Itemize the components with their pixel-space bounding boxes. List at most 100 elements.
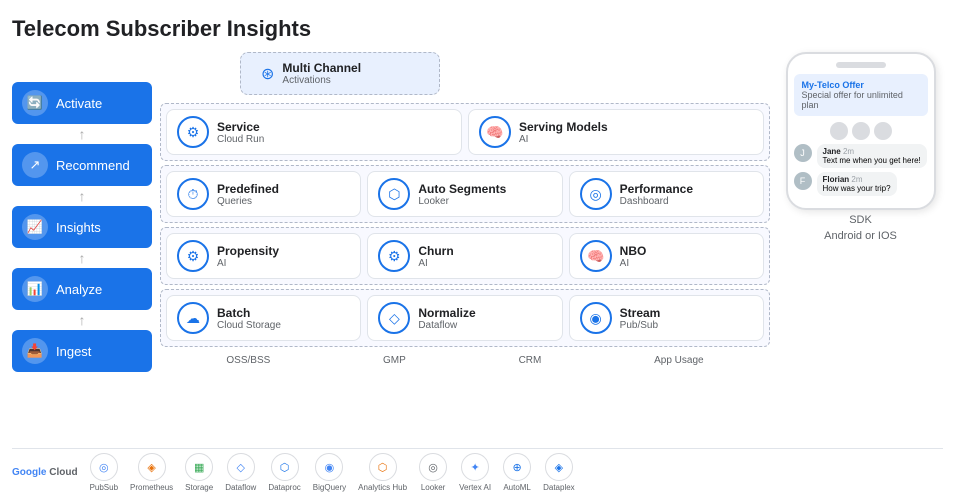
dataflow-icon: ◇ xyxy=(227,453,255,481)
batch-card[interactable]: ☁ Batch Cloud Storage xyxy=(166,295,361,341)
auto-segments-icon: ⬡ xyxy=(378,178,410,210)
phone-notch xyxy=(836,62,886,68)
top-row: ⊛ Multi Channel Activations xyxy=(160,52,770,95)
dataplex-icon: ◈ xyxy=(545,453,573,481)
dataproc-label: Dataproc xyxy=(268,483,300,492)
sidebar-item-activate[interactable]: 🔄 Activate xyxy=(12,82,152,124)
batch-icon: ☁ xyxy=(177,302,209,334)
multichannel-icon: ⊛ xyxy=(261,64,274,84)
sidebar-item-analyze[interactable]: 📊 Analyze xyxy=(12,268,152,310)
florian-time: 2m xyxy=(851,175,862,184)
logo-dataflow: ◇ Dataflow xyxy=(225,453,256,492)
ingest-label: Ingest xyxy=(56,344,91,359)
dataproc-icon: ⬡ xyxy=(271,453,299,481)
nbo-sub: AI xyxy=(620,258,647,269)
sidebar: 🔄 Activate ↑ ↗ Recommend ↑ 📈 Insights ↑ … xyxy=(12,52,152,442)
main-container: Telecom Subscriber Insights 🔄 Activate ↑… xyxy=(0,0,955,500)
performance-title: Performance xyxy=(620,182,693,196)
google-cloud-logo: Google Cloud xyxy=(12,467,78,478)
analyze-icon: 📊 xyxy=(22,276,48,302)
dataflow-label: Dataflow xyxy=(225,483,256,492)
dot-2 xyxy=(852,122,870,140)
propensity-text: Propensity AI xyxy=(217,244,279,269)
pubsub-icon: ◎ xyxy=(90,453,118,481)
stream-icon: ◉ xyxy=(580,302,612,334)
logo-prometheus: ◈ Prometheus xyxy=(130,453,173,492)
stream-card[interactable]: ◉ Stream Pub/Sub xyxy=(569,295,764,341)
jane-name: Jane xyxy=(823,147,841,156)
os-label: Android or IOS xyxy=(824,230,897,242)
logo-bigquery: ◉ BigQuery xyxy=(313,453,346,492)
serving-sub: AI xyxy=(519,134,608,145)
auto-segments-title: Auto Segments xyxy=(418,182,506,196)
service-title: Service xyxy=(217,120,264,134)
recommend-icon: ↗ xyxy=(22,152,48,178)
service-cloud-run-card[interactable]: ⚙ Service Cloud Run xyxy=(166,109,462,155)
predefined-text: Predefined Queries xyxy=(217,182,279,207)
nbo-card[interactable]: 🧠 NBO AI xyxy=(569,233,764,279)
prometheus-label: Prometheus xyxy=(130,483,173,492)
vertex-ai-icon: ✦ xyxy=(461,453,489,481)
sidebar-item-ingest[interactable]: 📥 Ingest xyxy=(12,330,152,372)
logo-automl: ⊕ AutoML xyxy=(503,453,531,492)
analytics-hub-icon: ⬡ xyxy=(369,453,397,481)
bottom-labels: OSS/BSS GMP CRM App Usage xyxy=(160,351,770,368)
normalize-card[interactable]: ◇ Normalize Dataflow xyxy=(367,295,562,341)
sdk-label: SDK xyxy=(849,214,872,226)
churn-text: Churn AI xyxy=(418,244,453,269)
propensity-sub: AI xyxy=(217,258,279,269)
bigquery-icon: ◉ xyxy=(315,453,343,481)
logo-dataproc: ⬡ Dataproc xyxy=(268,453,300,492)
batch-text: Batch Cloud Storage xyxy=(217,306,281,331)
bigquery-label: BigQuery xyxy=(313,483,346,492)
propensity-card[interactable]: ⚙ Propensity AI xyxy=(166,233,361,279)
multichannel-subtitle: Activations xyxy=(282,75,361,86)
performance-text: Performance Dashboard xyxy=(620,182,693,207)
normalize-text: Normalize Dataflow xyxy=(418,306,475,331)
jane-avatar: J xyxy=(794,144,812,162)
looker-label: Looker xyxy=(421,483,445,492)
label-oss: OSS/BSS xyxy=(226,355,270,366)
phone-divider xyxy=(794,122,928,140)
analytics-hub-label: Analytics Hub xyxy=(358,483,407,492)
normalize-icon: ◇ xyxy=(378,302,410,334)
row3-section: ⚙ Propensity AI ⚙ Churn AI xyxy=(160,227,770,285)
automl-icon: ⊕ xyxy=(503,453,531,481)
batch-sub: Cloud Storage xyxy=(217,320,281,331)
sidebar-item-recommend[interactable]: ↗ Recommend xyxy=(12,144,152,186)
nbo-text: NBO AI xyxy=(620,244,647,269)
florian-bubble: Florian 2m How was your trip? xyxy=(817,172,897,196)
jane-bubble: Jane 2m Text me when you get here! xyxy=(817,144,927,168)
vertex-ai-label: Vertex AI xyxy=(459,483,491,492)
dot-3 xyxy=(874,122,892,140)
offer-sub: Special offer for unlimited plan xyxy=(802,90,920,110)
offer-card: My-Telco Offer Special offer for unlimit… xyxy=(794,74,928,116)
service-icon: ⚙ xyxy=(177,116,209,148)
auto-segments-card[interactable]: ⬡ Auto Segments Looker xyxy=(367,171,562,217)
sidebar-item-insights[interactable]: 📈 Insights xyxy=(12,206,152,248)
serving-models-card[interactable]: 🧠 Serving Models AI xyxy=(468,109,764,155)
msg-row-jane: J Jane 2m Text me when you get here! xyxy=(794,144,928,168)
row1-section: ⚙ Service Cloud Run 🧠 Serving Models AI xyxy=(160,103,770,161)
arrow-4: ↑ xyxy=(12,315,152,325)
dataplex-label: Dataplex xyxy=(543,483,575,492)
row3: ⚙ Propensity AI ⚙ Churn AI xyxy=(166,233,764,279)
predefined-icon: ⏱ xyxy=(177,178,209,210)
analyze-label: Analyze xyxy=(56,282,102,297)
logo-pubsub: ◎ PubSub xyxy=(90,453,118,492)
multichannel-title: Multi Channel xyxy=(282,61,361,75)
stream-text: Stream Pub/Sub xyxy=(620,306,661,331)
service-text: Service Cloud Run xyxy=(217,120,264,145)
predefined-card[interactable]: ⏱ Predefined Queries xyxy=(166,171,361,217)
insights-label: Insights xyxy=(56,220,101,235)
pubsub-label: PubSub xyxy=(90,483,118,492)
performance-card[interactable]: ◎ Performance Dashboard xyxy=(569,171,764,217)
activate-label: Activate xyxy=(56,96,102,111)
phone-area: My-Telco Offer Special offer for unlimit… xyxy=(778,52,943,442)
churn-card[interactable]: ⚙ Churn AI xyxy=(367,233,562,279)
label-gmp: GMP xyxy=(383,355,406,366)
churn-icon: ⚙ xyxy=(378,240,410,272)
churn-sub: AI xyxy=(418,258,453,269)
churn-title: Churn xyxy=(418,244,453,258)
auto-segments-text: Auto Segments Looker xyxy=(418,182,506,207)
